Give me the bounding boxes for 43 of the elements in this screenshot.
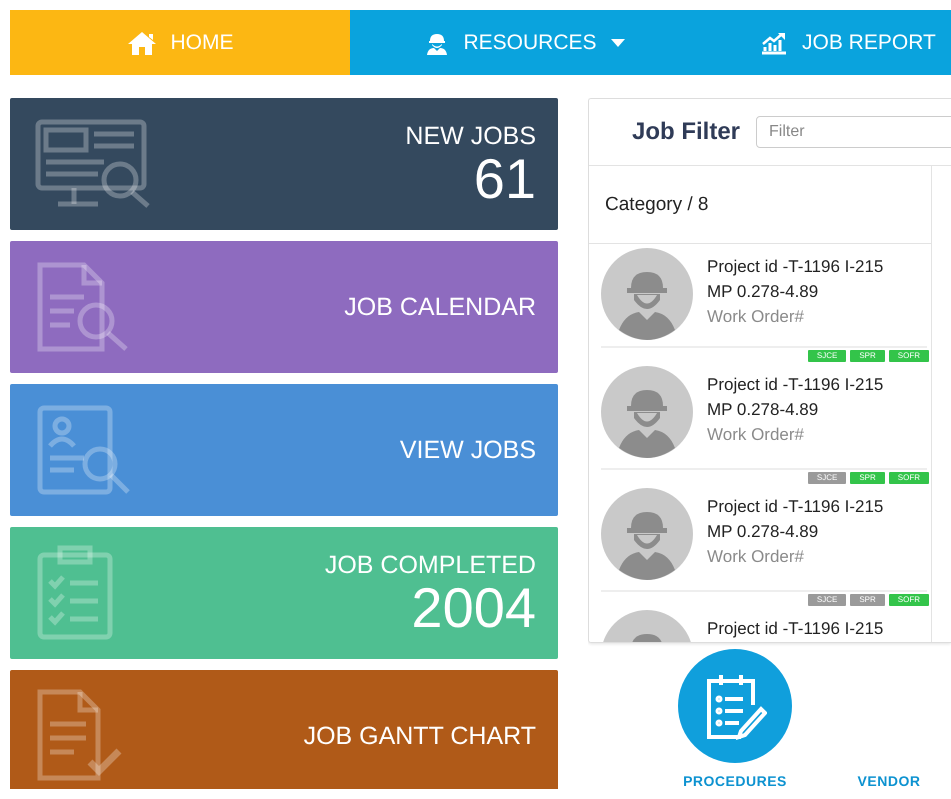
status-tag: SJCE bbox=[808, 472, 846, 484]
category-header: Category / 8 bbox=[589, 166, 931, 244]
tile-label: NEW JOBS bbox=[405, 122, 536, 150]
job-list-item[interactable]: SJCE SPR SOFR Project id -T-1196 I-215 MP 0.278-4.89 Work Order# bbox=[601, 470, 927, 592]
worker-avatar-icon bbox=[601, 488, 693, 580]
job-list-item[interactable]: SJCE SPR SOFR Project id -T-1196 I-215 MP 0.278-4.89 Work Order# bbox=[601, 348, 927, 470]
panel-title: Job Filter bbox=[632, 118, 740, 146]
job-list-item[interactable]: Project id -T-1196 I-215 MP 0.278-4.89 Work Order# bbox=[601, 244, 927, 348]
milepost-range: MP 0.278-4.89 bbox=[707, 281, 820, 303]
chart-growth-icon bbox=[760, 30, 788, 54]
status-tag: SJCE bbox=[808, 350, 846, 362]
milepost-range: MP 0.278-4.89 bbox=[707, 399, 820, 421]
tile-label: JOB COMPLETED bbox=[324, 550, 536, 580]
status-tag: SOFR bbox=[888, 350, 929, 362]
status-tag: SPR bbox=[850, 350, 885, 362]
dashboard-tile[interactable]: VIEW JOBS bbox=[10, 384, 558, 516]
status-tag: SJCE bbox=[808, 594, 846, 606]
dashboard-tile[interactable]: JOB CALENDAR bbox=[10, 241, 558, 373]
project-id: Project id -T-1196 I-215 bbox=[707, 256, 884, 278]
filter-field[interactable]: Filter bbox=[756, 116, 951, 148]
worker-avatar-icon bbox=[601, 248, 693, 340]
dashboard-tile[interactable]: JOB GANTT CHART bbox=[10, 670, 558, 789]
status-tag: SOFR bbox=[888, 472, 929, 484]
project-id: Project id -T-1196 I-215 bbox=[707, 618, 884, 640]
project-id: Project id -T-1196 I-215 bbox=[707, 374, 884, 396]
work-order: Work Order# bbox=[707, 424, 805, 446]
quick-link[interactable]: VENDOR bbox=[832, 649, 946, 789]
tile-label: VIEW JOBS bbox=[400, 436, 536, 464]
tile-count: 61 bbox=[474, 150, 536, 206]
tile-label: JOB GANTT CHART bbox=[304, 722, 536, 750]
dashboard-tile[interactable]: NEW JOBS 61 bbox=[10, 98, 558, 230]
house-icon bbox=[126, 30, 156, 56]
milepost-range: MP 0.278-4.89 bbox=[707, 521, 820, 543]
work-order: Work Order# bbox=[707, 306, 805, 328]
tile-count: 2004 bbox=[411, 580, 536, 636]
project-id: Project id -T-1196 I-215 bbox=[707, 496, 884, 518]
dashboard-tile[interactable]: JOB COMPLETED 2004 bbox=[10, 527, 558, 659]
work-order: Work Order# bbox=[707, 546, 805, 568]
status-tag: SPR bbox=[850, 472, 885, 484]
status-tag: SOFR bbox=[888, 594, 929, 606]
tile-label: JOB CALENDAR bbox=[344, 292, 536, 322]
worker-avatar-icon bbox=[601, 366, 693, 458]
status-tag: SPR bbox=[850, 594, 885, 606]
